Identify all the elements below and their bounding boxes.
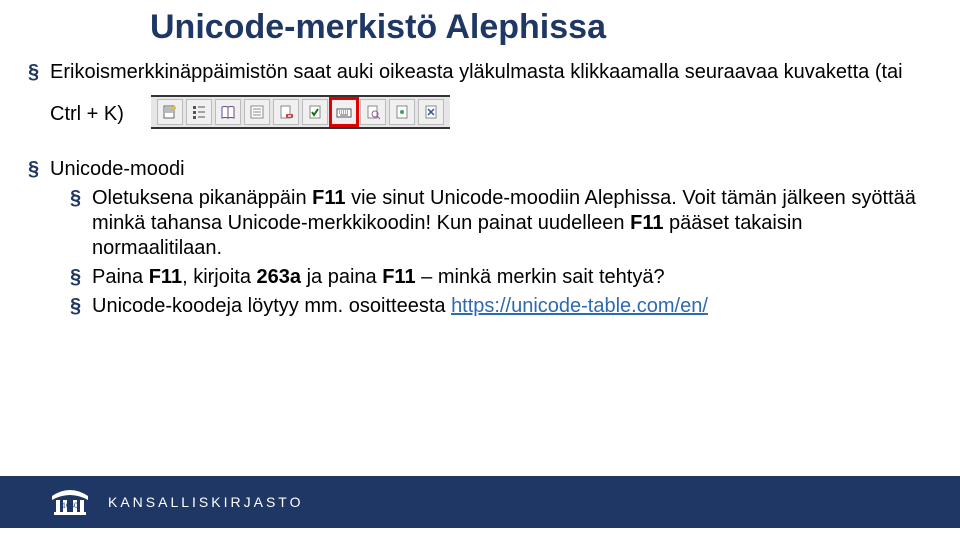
slide-title: Unicode-merkistö Alephissa: [150, 8, 606, 47]
unicode-table-link[interactable]: https://unicode-table.com/en/: [451, 295, 708, 317]
bullet-2b-f11b: F11: [382, 266, 415, 288]
toolbar-btn-doc-search[interactable]: [360, 99, 386, 125]
toolbar-btn-list-lines[interactable]: [244, 99, 270, 125]
toolbar-btn-doc-x[interactable]: [418, 99, 444, 125]
toolbar-btn-doc-minus[interactable]: [273, 99, 299, 125]
bullet-2b-pre: Paina: [92, 266, 149, 288]
bullet-2b-code: 263a: [257, 266, 302, 288]
bullet-2c-pre: Unicode-koodeja löytyy mm. osoitteesta: [92, 295, 451, 317]
bullet-2a-f11a: F11: [312, 187, 345, 209]
slide: Unicode-merkistö Alephissa Erikoismerkki…: [0, 0, 960, 540]
bullet-2b-post: – minkä merkin sait tehtyä?: [416, 266, 665, 288]
toolbar-image: [151, 95, 450, 129]
toolbar: [151, 95, 450, 129]
logo-year: 1640: [62, 501, 78, 510]
bullet-2b-f11a: F11: [149, 266, 182, 288]
bullet-2: Unicode-moodi Oletuksena pikanäppäin F11…: [28, 157, 932, 319]
footer-bar: 1640 KANSALLISKIRJASTO: [0, 476, 960, 528]
toolbar-btn-keyboard[interactable]: [331, 99, 357, 125]
toolbar-btn-doc-dot[interactable]: [389, 99, 415, 125]
bullet-2a-f11b: F11: [630, 212, 663, 234]
bullet-2a-pre: Oletuksena pikanäppäin: [92, 187, 312, 209]
bullet-2a: Oletuksena pikanäppäin F11 vie sinut Uni…: [70, 186, 932, 261]
footer-logo-icon: 1640: [48, 484, 92, 520]
bullet-2b-mid1: , kirjoita: [182, 266, 256, 288]
toolbar-btn-doc-sparkle[interactable]: [157, 99, 183, 125]
toolbar-btn-book-open[interactable]: [215, 99, 241, 125]
bullet-2c: Unicode-koodeja löytyy mm. osoitteesta h…: [70, 294, 932, 319]
bullet-1: Erikoismerkkinäppäimistön saat auki oike…: [28, 60, 932, 147]
toolbar-btn-tree-list[interactable]: [186, 99, 212, 125]
bullet-2-text: Unicode-moodi: [50, 158, 185, 180]
footer-org: KANSALLISKIRJASTO: [108, 494, 303, 510]
bullet-2b: Paina F11, kirjoita 263a ja paina F11 – …: [70, 265, 932, 290]
slide-body: Erikoismerkkinäppäimistön saat auki oike…: [28, 60, 932, 329]
toolbar-btn-doc-check[interactable]: [302, 99, 328, 125]
bullet-2b-mid2: ja paina: [301, 266, 382, 288]
